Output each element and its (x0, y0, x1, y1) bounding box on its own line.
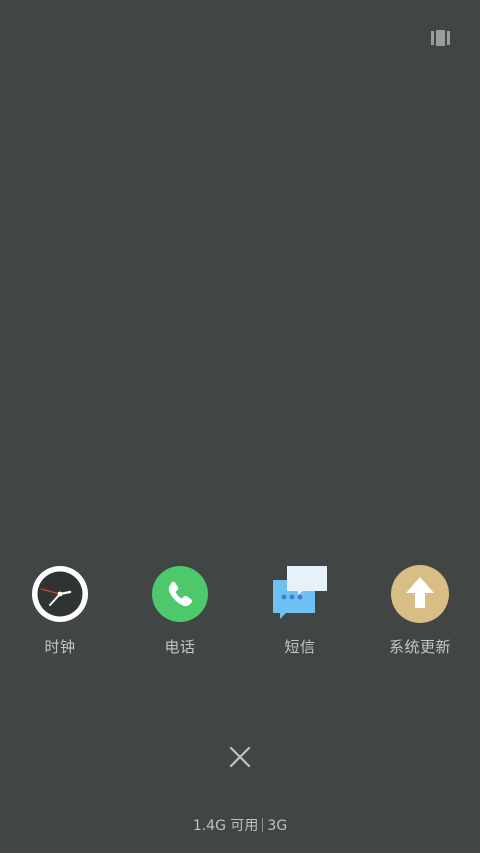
phone-icon (150, 564, 210, 624)
memory-available: 1.4G 可用 (192, 818, 259, 834)
app-label-system-update: 系统更新 (388, 638, 451, 656)
app-label-clock: 时钟 (44, 638, 76, 656)
memory-status: 1.4G 可用 3G (0, 815, 480, 835)
app-clock[interactable]: 时钟 (0, 564, 120, 664)
network-type: 3G (267, 818, 288, 834)
app-messages[interactable]: 短信 (240, 564, 360, 664)
app-label-messages: 短信 (284, 638, 316, 656)
message-icon (270, 564, 330, 624)
close-all-button[interactable] (226, 743, 254, 771)
recent-apps-row: 时钟 电话 短信 系统更新 (0, 564, 480, 664)
grid-toggle-icon[interactable] (431, 30, 450, 46)
app-label-phone: 电话 (164, 638, 196, 656)
close-icon (229, 746, 251, 768)
status-divider (262, 818, 264, 832)
clock-icon (30, 564, 90, 624)
app-system-update[interactable]: 系统更新 (360, 564, 480, 664)
app-phone[interactable]: 电话 (120, 564, 240, 664)
system-update-icon (390, 564, 450, 624)
